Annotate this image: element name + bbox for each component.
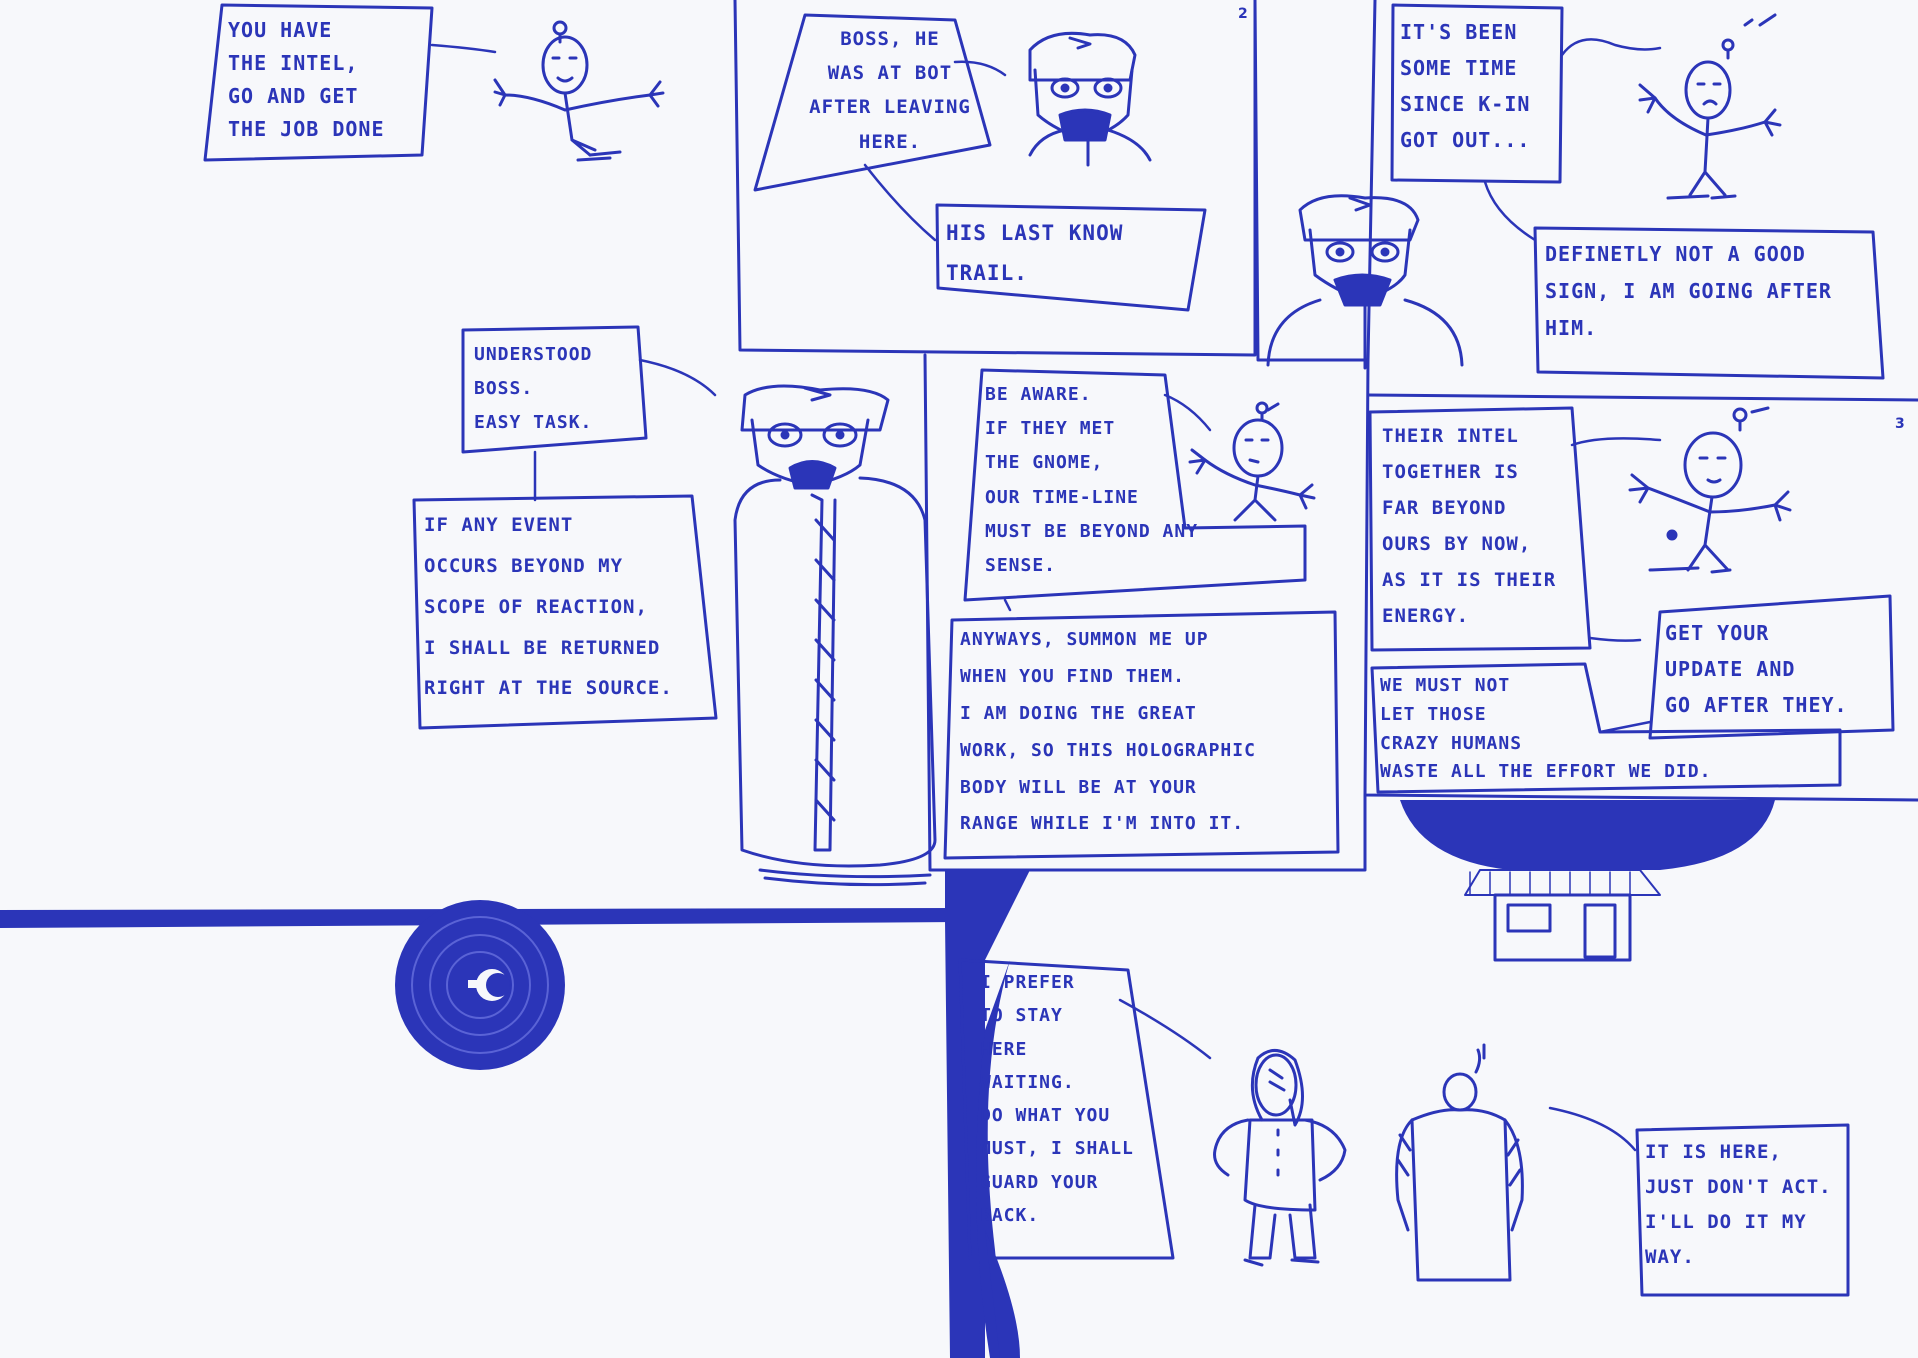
page-number-2: 2 [1238,6,1248,22]
bald-robed-figure [1395,1043,1524,1282]
elder-portrait-1 [1028,31,1152,167]
long-haired-figure [1213,1049,1347,1267]
speech-bubble-boss-report: Boss, he was at bot after leaving here. [809,28,971,153]
speech-bubble-crazy-humans: We must not let those crazy humans waste… [1380,675,1712,783]
speech-bubble-understood: Understood Boss. Easy task. [474,344,593,434]
speech-bubble-event-clause: If any event occurs beyond my scope of r… [424,514,673,700]
speech-bubble-summon: Anyways, summon me up when you find them… [960,629,1256,835]
page-number-3: 3 [1895,416,1905,432]
stick-figure-gnome-1 [493,20,665,162]
dome-hut [1400,800,1775,962]
speech-bubble-be-aware: Be aware. If they met the gnome, our tim… [985,384,1199,576]
portal-circle [395,900,565,1070]
stick-figure-gnome-4 [1628,406,1792,574]
speech-bubble-going-after: Definetly not a good sign, I am going af… [1545,242,1832,340]
elder-robed [733,384,937,887]
speech-bubble-last-trail: His last know trail. [946,221,1124,285]
speech-bubble-kin-out: It's been some time since K-in got out..… [1400,20,1531,152]
stick-figure-gnome-2 [1638,13,1782,200]
speech-bubble-intel-order: You have the intel, Go and get the job d… [228,18,385,141]
speech-bubble-stay-waiting: I prefer to stay here waiting. Do what y… [980,972,1134,1227]
elder-portrait-2 [1266,194,1464,370]
speech-bubble-it-is-here: It is here, just don't act. I'll do it m… [1645,1141,1832,1269]
speech-bubble-their-intel: Their intel together is far beyond ours … [1382,425,1557,628]
